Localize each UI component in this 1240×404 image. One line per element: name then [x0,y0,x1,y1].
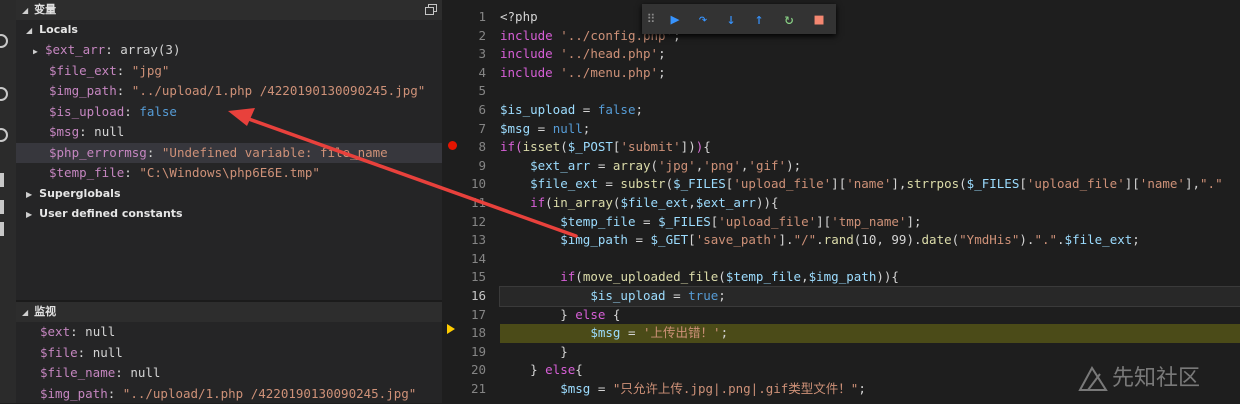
collapsed-triangle-icon: ▶ [26,210,32,219]
line-number[interactable]: 8 [452,138,486,157]
variable-row-file-ext[interactable]: $file_ext: "jpg" [16,61,442,82]
code-line: include '../head.php'; [500,45,1240,64]
code-line [500,250,1240,269]
variable-row-img-path[interactable]: $img_path: "../upload/1.php /42201901300… [16,81,442,102]
line-number[interactable]: 5 [452,82,486,101]
constants-label: User defined constants [39,207,182,220]
stop-icon[interactable]: ■ [806,4,832,34]
line-number[interactable]: 9 [452,157,486,176]
expanded-triangle-icon: ◢ [26,26,32,35]
remote-icon[interactable] [0,200,4,214]
code-line: if(isset($_POST['submit'])){ [500,138,1240,157]
code-line: <?php [500,8,1240,27]
watch-header[interactable]: ◢ 监视 [16,302,442,322]
line-number[interactable]: 19 [452,343,486,362]
paused-pointer-icon [447,324,455,334]
variables-header[interactable]: ◢ 变量 [16,0,442,20]
watermark: 先知社区 [1078,362,1200,396]
step-over-icon[interactable]: ↷ [690,4,716,34]
code-line: include '../menu.php'; [500,64,1240,83]
line-number[interactable]: 13 [452,231,486,250]
code-line: $img_path = $_GET['save_path']."/".rand(… [500,231,1240,250]
debug-toolbar: ⠿ ▶ ↷ ↓ ↑ ↻ ■ [642,4,836,34]
collapse-triangle-icon: ◢ [22,6,28,15]
line-number[interactable]: 2 [452,27,486,46]
expand-arrow-icon[interactable]: ▶ [33,42,45,61]
line-number[interactable]: 21 [452,380,486,399]
watch-panel: ◢ 监视 $ext: null $file: null $file_name: n… [16,302,442,403]
variable-row-ext-arr[interactable]: ▶$ext_arr: array(3) [16,40,442,61]
line-number[interactable]: 18 [452,324,486,343]
watch-row-img-path[interactable]: $img_path: "../upload/1.php /42201901300… [16,384,442,404]
locals-section[interactable]: ◢ Locals [16,20,442,40]
code-line: if(move_uploaded_file($temp_file,$img_pa… [500,268,1240,287]
breakpoint-icon[interactable] [448,141,457,150]
line-number[interactable]: 1 [452,8,486,27]
variable-row-is-upload[interactable]: $is_upload: false [16,102,442,123]
watch-row-file-name[interactable]: $file_name: null [16,363,442,384]
variable-row-temp-file[interactable]: $temp_file: "C:\Windows\php6E6E.tmp" [16,163,442,184]
line-number[interactable]: 20 [452,361,486,380]
line-number[interactable]: 11 [452,194,486,213]
line-number[interactable]: 7 [452,120,486,139]
watermark-logo-icon [1078,366,1108,392]
line-number[interactable]: 6 [452,101,486,120]
line-number[interactable]: 12 [452,213,486,232]
code-line: $ext_arr = array('jpg','png','gif'); [500,157,1240,176]
collapse-all-icon[interactable] [425,4,436,14]
restart-icon[interactable]: ↻ [776,4,802,34]
variables-title: 变量 [34,3,56,16]
line-number[interactable]: 14 [452,250,486,269]
code-line-paused: $msg = '上传出错！'; [500,324,1240,343]
line-number[interactable]: 4 [452,64,486,83]
continue-icon[interactable]: ▶ [662,4,688,34]
locals-label: Locals [39,23,78,36]
superglobals-section[interactable]: ▶ Superglobals [16,184,442,204]
line-number[interactable]: 16 [452,287,486,306]
variables-panel: ◢ 变量 ◢ Locals ▶$ext_arr: array(3) $file_ex… [16,0,442,300]
code-line: $temp_file = $_FILES['upload_file']['tmp… [500,213,1240,232]
line-number[interactable]: 10 [452,175,486,194]
code-line: include '../config.php'; [500,27,1240,46]
code-line-current: $is_upload = true; [500,287,1240,306]
line-number[interactable]: 3 [452,45,486,64]
code-line [500,82,1240,101]
line-number[interactable]: 17 [452,306,486,325]
explorer-icon[interactable] [0,222,4,236]
debug-icon[interactable] [0,128,8,142]
code-line: $msg = null; [500,120,1240,139]
variable-row-msg[interactable]: $msg: null [16,122,442,143]
search-icon[interactable] [0,34,8,48]
code-line: } [500,343,1240,362]
code-line: } else { [500,306,1240,325]
watch-row-file[interactable]: $file: null [16,343,442,364]
code-line: $file_ext = substr($_FILES['upload_file'… [500,175,1240,194]
watch-row-ext[interactable]: $ext: null [16,322,442,343]
source-control-icon[interactable] [0,87,8,101]
extensions-icon[interactable] [0,173,4,187]
watermark-text: 先知社区 [1112,366,1200,391]
watch-title: 监视 [34,305,56,318]
line-number[interactable]: 15 [452,268,486,287]
superglobals-label: Superglobals [39,187,120,200]
code-line: $is_upload = false; [500,101,1240,120]
collapse-triangle-icon: ◢ [22,308,28,317]
activity-bar [0,0,16,403]
step-into-icon[interactable]: ↓ [718,4,744,34]
drag-handle-icon[interactable]: ⠿ [644,4,658,34]
step-out-icon[interactable]: ↑ [746,4,772,34]
constants-section[interactable]: ▶ User defined constants [16,204,442,224]
collapsed-triangle-icon: ▶ [26,190,32,199]
code-line: if(in_array($file_ext,$ext_arr)){ [500,194,1240,213]
code-editor[interactable]: <?php include '../config.php'; include '… [500,8,1240,398]
variable-row-php-errormsg[interactable]: $php_errormsg: "Undefined variable: file… [16,143,442,164]
